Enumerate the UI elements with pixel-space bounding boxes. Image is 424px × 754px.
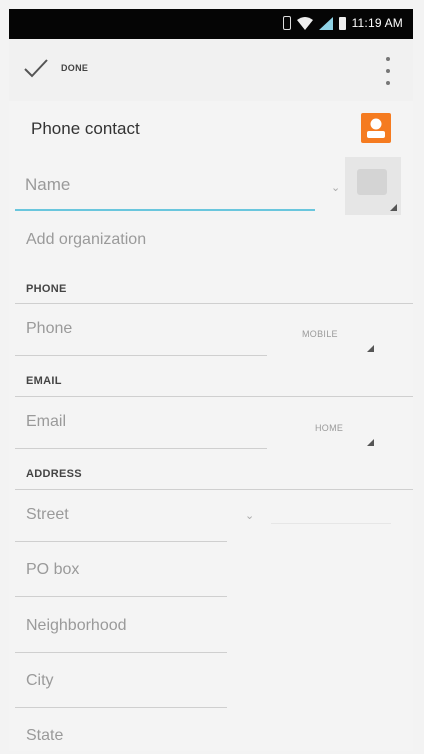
city-input-underline: [15, 707, 227, 708]
action-bar: DONE: [9, 39, 413, 101]
po-box-input[interactable]: PO box: [26, 561, 79, 579]
address-type-underline: [271, 523, 391, 524]
add-organization[interactable]: Add organization: [26, 231, 146, 249]
email-type-spinner[interactable]: HOME: [315, 423, 343, 433]
name-expand-chevron-icon[interactable]: ⌄: [331, 181, 340, 194]
signal-icon: [318, 16, 333, 30]
done-button[interactable]: DONE: [23, 57, 88, 79]
email-type-corner-icon: [367, 439, 374, 446]
phone-header: PHONE: [26, 283, 67, 295]
account-row[interactable]: Phone contact: [9, 101, 413, 153]
photo-placeholder-icon: [357, 169, 387, 195]
check-icon: [24, 59, 48, 78]
email-header: EMAIL: [26, 375, 62, 387]
state-input[interactable]: State: [26, 727, 63, 745]
photo-corner-icon: [390, 204, 397, 211]
overflow-menu-icon[interactable]: [383, 57, 393, 85]
status-time: 11:19 AM: [351, 16, 403, 30]
street-input[interactable]: Street: [26, 506, 69, 524]
vibrate-icon: [282, 16, 291, 30]
address-header: ADDRESS: [26, 468, 82, 480]
name-field[interactable]: Name: [15, 169, 315, 211]
account-label: Phone contact: [31, 119, 140, 138]
phone-input-underline: [15, 355, 267, 356]
phone-input[interactable]: Phone: [26, 320, 72, 338]
phone-type-corner-icon: [367, 345, 374, 352]
po-box-input-underline: [15, 596, 227, 597]
phone-type-spinner[interactable]: MOBILE: [302, 329, 338, 339]
name-placeholder: Name: [25, 175, 71, 194]
street-input-underline: [15, 541, 227, 542]
phone-header-divider: [15, 303, 413, 304]
email-input-underline: [15, 448, 267, 449]
status-bar: 11:19 AM: [9, 9, 413, 39]
address-expand-chevron-icon[interactable]: ⌄: [245, 509, 254, 522]
wifi-icon: [296, 16, 313, 30]
email-header-divider: [15, 396, 413, 397]
email-input[interactable]: Email: [26, 413, 66, 431]
contact-person-icon: [361, 113, 391, 143]
city-input[interactable]: City: [26, 672, 54, 690]
contact-photo[interactable]: [345, 157, 401, 215]
neighborhood-input-underline: [15, 652, 227, 653]
neighborhood-input[interactable]: Neighborhood: [26, 617, 127, 635]
done-label: DONE: [61, 63, 89, 73]
battery-icon: [338, 16, 346, 30]
address-header-divider: [15, 489, 413, 490]
screen: 11:19 AM DONE Phone contact Name ⌄ Add o…: [9, 9, 413, 751]
